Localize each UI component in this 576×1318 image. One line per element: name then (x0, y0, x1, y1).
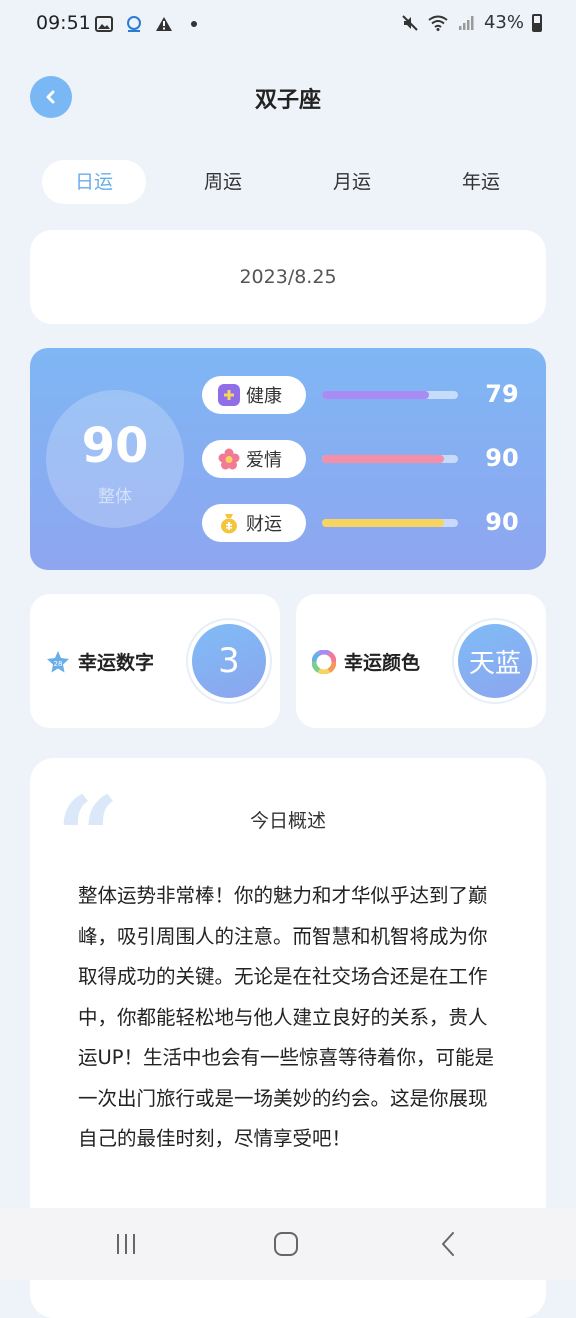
lucky-number-value: 3 (192, 624, 266, 698)
progress-bar (322, 455, 458, 463)
score-card: 90 整体 健康 79 爱情 90 财运 90 (30, 348, 546, 570)
metric-label: 健康 (246, 386, 282, 407)
home-button[interactable] (266, 1226, 306, 1262)
mute-icon (400, 13, 420, 33)
metric-health: 健康 79 (202, 376, 522, 416)
wifi-icon (428, 13, 448, 33)
progress-fill (322, 519, 445, 527)
lucky-number-title: 幸运数字 (78, 652, 155, 674)
page-title: 双子座 (254, 88, 321, 113)
star-badge-icon: 28 (46, 650, 70, 674)
sync-icon (124, 14, 144, 34)
back-icon (442, 1232, 454, 1256)
lucky-color-card: 幸运颜色 天蓝 (296, 594, 546, 728)
overall-score-circle: 90 整体 (46, 390, 184, 528)
flower-icon (218, 448, 240, 470)
lucky-number-card: 28 幸运数字 3 (30, 594, 280, 728)
status-notification-icons (94, 14, 204, 34)
metric-pill: 健康 (202, 376, 306, 414)
metric-value: 90 (485, 444, 519, 472)
signal-icon (456, 13, 476, 33)
medical-kit-icon (218, 384, 240, 406)
metric-pill: 财运 (202, 504, 306, 542)
progress-bar (322, 391, 458, 399)
lucky-color-title: 幸运颜色 (344, 652, 421, 674)
metric-pill: 爱情 (202, 440, 306, 478)
tab-daily[interactable]: 日运 (42, 160, 146, 204)
progress-fill (322, 391, 430, 399)
overall-score: 90 (81, 418, 149, 474)
gallery-icon (94, 14, 114, 34)
recent-apps-icon (117, 1234, 135, 1254)
progress-fill (322, 455, 445, 463)
metric-love: 爱情 90 (202, 440, 522, 480)
overview-title: 今日概述 (249, 810, 326, 832)
color-wheel-icon (311, 649, 337, 675)
overall-label: 整体 (98, 487, 132, 507)
tab-yearly[interactable]: 年运 (429, 160, 533, 204)
battery-percent: 43% (483, 12, 524, 33)
system-nav-bar (0, 1208, 576, 1280)
battery-icon (532, 13, 542, 32)
home-icon (274, 1232, 298, 1256)
date-card: 2023/8.25 (30, 230, 546, 324)
recent-apps-button[interactable] (106, 1226, 146, 1262)
metric-wealth: 财运 90 (202, 504, 522, 544)
svg-text:28: 28 (54, 660, 63, 668)
metric-label: 财运 (246, 514, 282, 535)
back-nav-button[interactable] (428, 1226, 468, 1262)
metric-value: 90 (485, 508, 519, 536)
tab-weekly[interactable]: 周运 (171, 160, 275, 204)
status-time: 09:51 (36, 12, 91, 34)
date-text: 2023/8.25 (239, 266, 337, 288)
lucky-color-value: 天蓝 (458, 624, 532, 698)
metric-label: 爱情 (246, 450, 282, 471)
status-system-icons: 43% (400, 12, 542, 33)
progress-bar (322, 519, 458, 527)
status-bar: 09:51 43% (0, 0, 576, 50)
overview-text: 整体运势非常棒！你的魅力和才华似乎达到了巅峰，吸引周围人的注意。而智慧和机智将成… (78, 884, 495, 1150)
money-bag-icon (218, 512, 240, 534)
period-tabs: 日运 周运 月运 年运 (42, 160, 522, 204)
warning-icon (154, 14, 174, 34)
dot-icon (184, 14, 204, 34)
metric-value: 79 (485, 380, 519, 408)
tab-monthly[interactable]: 月运 (300, 160, 404, 204)
